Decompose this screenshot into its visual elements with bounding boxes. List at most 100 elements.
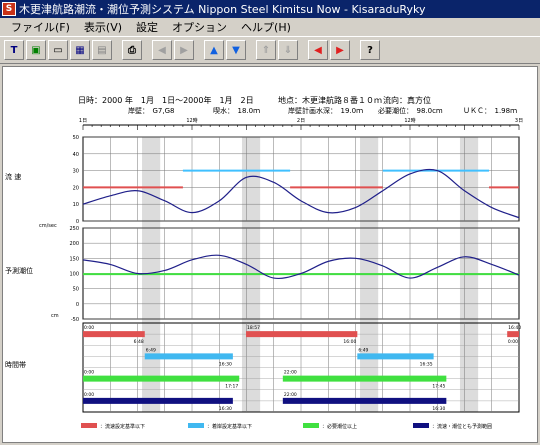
window-bar [144,353,233,360]
window-end-label: 16:30 [219,406,232,412]
flow-axis-label: 流 速 [5,172,21,181]
legend-swatch [188,423,204,428]
window-end-label: 16:30 [219,361,232,367]
up-blue-button[interactable]: ▲ [204,40,224,60]
tide-unit: cm [51,313,59,319]
legend-label: ：着岸設定基準以下 [207,423,252,430]
window-start-label: 0:00 [84,392,94,398]
legend-swatch [413,423,429,428]
window-bar [83,397,233,404]
window-bar [357,353,434,360]
menu-bar: ファイル(F) 表示(V) 設定 オプション ヘルプ(H) [0,18,540,36]
window-start-label: 6:49 [358,347,368,353]
window-start-label: 0:00 [84,370,94,376]
next-red-icon: ▶ [336,44,344,56]
ruler-label: 1日 [79,118,87,124]
header-place: 地点：木更津航路８番１０ｍ [278,95,382,105]
help-icon: ? [367,44,373,56]
title-bar: S 木更津航路潮流・潮位予測システム Nippon Steel Kimitsu … [0,0,540,18]
window-start-label: 6:49 [146,347,156,353]
tide-tick-label: -50 [71,317,79,323]
window-start-label: 0:00 [84,325,94,331]
header-date: 日時：2000 年 1月 1日～2000年 1月 2日 [78,95,254,105]
app-icon: S [2,2,16,16]
chart-panel: 日時：2000 年 1月 1日～2000年 1月 2日 地点：木更津航路８番１０… [2,66,538,443]
prev-red-icon: ◀ [314,44,322,56]
down-gray-button[interactable]: ⇓ [278,40,298,60]
grid-button[interactable]: ▦ [70,40,90,60]
tide-tick-label: 200 [69,241,79,247]
header-depth: 岸壁計画水深： 19.0ｍ [288,106,363,115]
header-ukc: ＵＫＣ： 1.98ｍ [463,107,517,115]
menu-help[interactable]: ヘルプ(H) [234,19,298,35]
window-end-label: 16:30 [432,406,445,412]
copy-icon: ▤ [97,44,107,56]
menu-settings[interactable]: 設定 [129,19,165,35]
tide-tick-label: 150 [69,256,79,262]
legend-label: ：流速・潮位とも予測範囲 [432,423,492,430]
window-title: 木更津航路潮流・潮位予測システム Nippon Steel Kimitsu No… [19,3,426,16]
window-start-label: 22:00 [284,392,297,398]
up-gray-icon: ⇑ [261,44,271,56]
ruler-label: 3日 [515,118,523,124]
prev-gray-button[interactable]: ◀ [152,40,172,60]
tide-tick-label: 50 [73,287,79,293]
tide-tick-label: 250 [69,226,79,232]
page-icon: ▭ [53,44,63,56]
up-blue-icon: ▲ [210,44,218,56]
flow-tick-label: 40 [73,152,79,158]
flow-tick-label: 0 [76,219,79,225]
copy-button[interactable]: ▤ [92,40,112,60]
window-end-label: 16:35 [420,361,433,367]
header-direction: 流向：真方位 [383,95,431,105]
legend-swatch [303,423,319,428]
legend-label: ：流速設定基準以下 [100,423,145,430]
header-draft: 喫水： 18.0ｍ [213,106,260,115]
ruler-label: 12時 [186,118,197,124]
t-button[interactable]: T [4,40,24,60]
window-bar [282,375,447,382]
prev-red-button[interactable]: ◀ [308,40,328,60]
tide-chart: 日時：2000 年 1月 1日～2000年 1月 2日 地点：木更津航路８番１０… [5,95,523,430]
header-pier: 岸壁： G7,G8 [128,106,174,115]
window-end-label: 17:45 [432,384,445,390]
ruler-label: 12時 [404,118,415,124]
window-bar [246,331,358,338]
down-gray-icon: ⇓ [283,44,293,56]
print-icon: ⎙ [128,44,136,56]
flow-tick-label: 10 [73,202,79,208]
window-icon: ▣ [31,44,41,56]
next-gray-button[interactable]: ▶ [174,40,194,60]
flow-tick-label: 50 [73,135,79,141]
window-axis-label: 時間帯 [5,360,26,369]
window-end-label: 16:00 [343,339,356,345]
flow-tick-label: 20 [73,185,79,191]
menu-view[interactable]: 表示(V) [77,19,129,35]
up-gray-button[interactable]: ⇑ [256,40,276,60]
down-blue-icon: ▼ [232,44,240,56]
next-red-button[interactable]: ▶ [330,40,350,60]
window-start-label: 22:00 [284,370,297,376]
window-end-label: 0:00 [508,339,518,345]
prev-gray-icon: ◀ [158,44,166,56]
down-blue-button[interactable]: ▼ [226,40,246,60]
tide-tick-label: 0 [76,302,79,308]
menu-file[interactable]: ファイル(F) [4,19,77,35]
tide-axis-label: 予測潮位 [5,266,33,275]
menu-options[interactable]: オプション [165,19,234,35]
legend-swatch [81,423,97,428]
flow-unit: cm/sec [39,223,57,229]
window-start-label: 18:57 [247,325,260,331]
ruler-label: 2日 [297,118,305,124]
window-button[interactable]: ▣ [26,40,46,60]
help-button[interactable]: ? [360,40,380,60]
window-bar [83,331,145,338]
window-end-label: 17:17 [225,384,238,390]
legend-label: ：必要潮位以上 [322,423,357,430]
window-end-label: 6:48 [134,339,144,345]
next-gray-icon: ▶ [180,44,188,56]
print-button[interactable]: ⎙ [122,40,142,60]
flow-tick-label: 30 [73,169,79,175]
window-bar [282,397,447,404]
page-button[interactable]: ▭ [48,40,68,60]
